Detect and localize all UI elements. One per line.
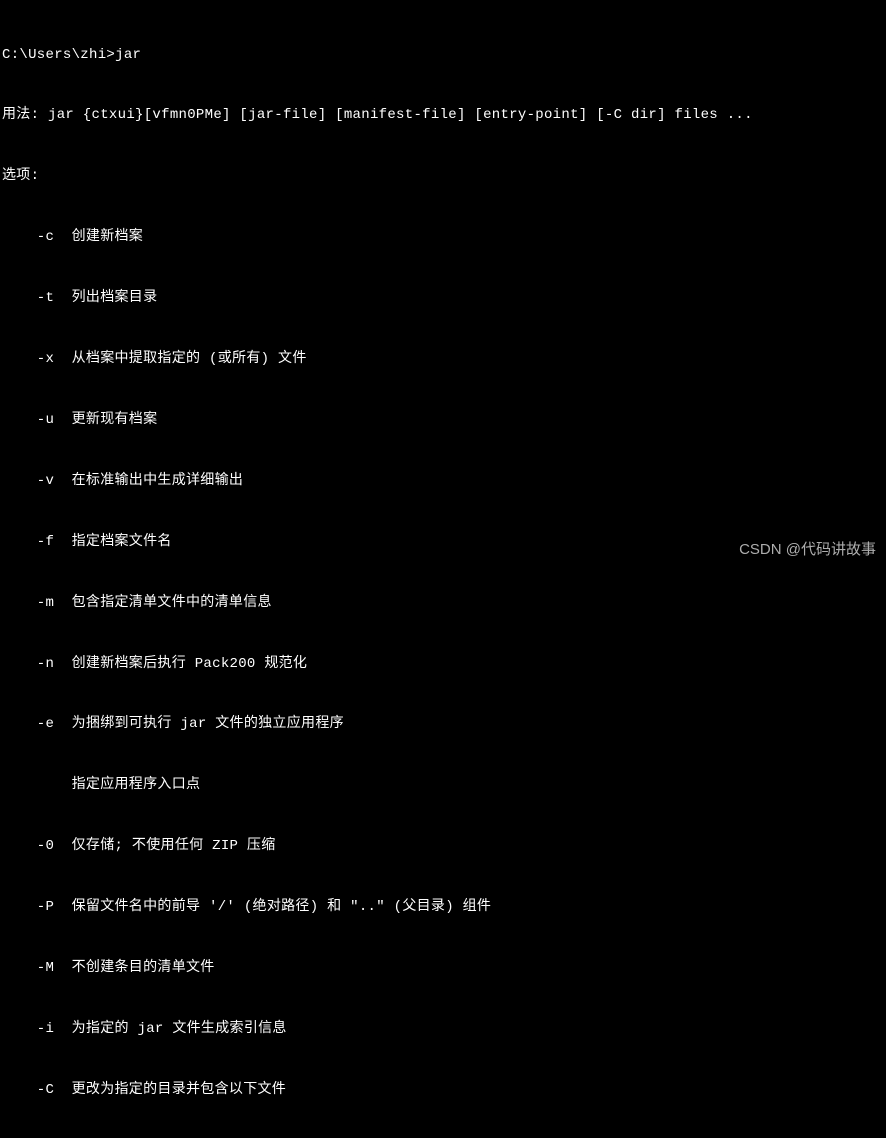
option-line: -P 保留文件名中的前导 '/' (绝对路径) 和 ".." (父目录) 组件 bbox=[2, 897, 884, 917]
option-line: -M 不创建条目的清单文件 bbox=[2, 958, 884, 978]
option-line: -u 更新现有档案 bbox=[2, 410, 884, 430]
option-line: -0 仅存储; 不使用任何 ZIP 压缩 bbox=[2, 836, 884, 856]
command-prompt: C:\Users\zhi>jar bbox=[2, 45, 884, 65]
terminal-output: C:\Users\zhi>jar 用法: jar {ctxui}[vfmn0PM… bbox=[2, 4, 884, 1138]
option-line: -v 在标准输出中生成详细输出 bbox=[2, 471, 884, 491]
option-line: -n 创建新档案后执行 Pack200 规范化 bbox=[2, 654, 884, 674]
options-header: 选项: bbox=[2, 166, 884, 186]
option-line: -C 更改为指定的目录并包含以下文件 bbox=[2, 1080, 884, 1100]
option-line: -i 为指定的 jar 文件生成索引信息 bbox=[2, 1019, 884, 1039]
option-line: -e 为捆绑到可执行 jar 文件的独立应用程序 bbox=[2, 714, 884, 734]
option-line: -t 列出档案目录 bbox=[2, 288, 884, 308]
option-line: 指定应用程序入口点 bbox=[2, 775, 884, 795]
option-line: -m 包含指定清单文件中的清单信息 bbox=[2, 593, 884, 613]
usage-line: 用法: jar {ctxui}[vfmn0PMe] [jar-file] [ma… bbox=[2, 105, 884, 125]
option-line: -c 创建新档案 bbox=[2, 227, 884, 247]
watermark: CSDN @代码讲故事 bbox=[739, 539, 876, 561]
option-line: -x 从档案中提取指定的 (或所有) 文件 bbox=[2, 349, 884, 369]
